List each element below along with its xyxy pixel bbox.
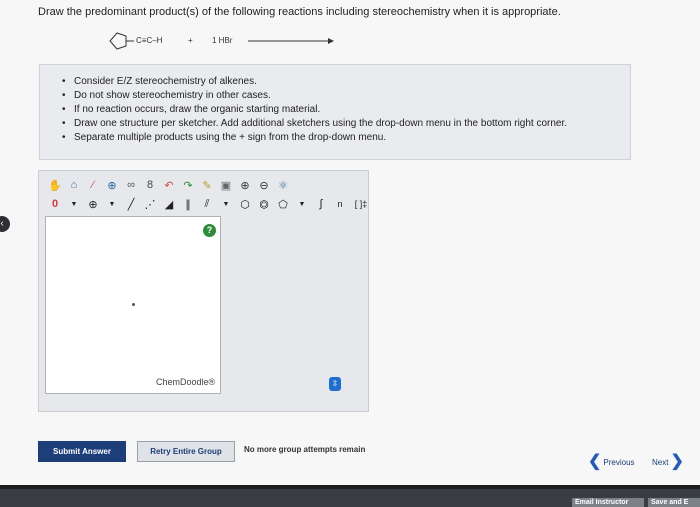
single-bond-icon[interactable]: ╱ <box>123 196 139 212</box>
eraser-icon[interactable]: ⁄ <box>85 177 101 193</box>
hand-icon[interactable]: ✋ <box>47 177 63 193</box>
clean-icon[interactable]: ✎ <box>199 177 215 193</box>
footer-bar: Email Instructor Save and E <box>0 485 700 507</box>
submit-answer-button[interactable]: Submit Answer <box>38 441 126 462</box>
back-arrow-icon[interactable]: ‹ <box>0 216 10 232</box>
chevron-right-icon: ❯ <box>670 453 684 470</box>
atom-icon[interactable]: ⚛ <box>275 177 291 193</box>
instruction-item: Draw one structure per sketcher. Add add… <box>62 117 630 131</box>
question-text: Draw the predominant product(s) of the f… <box>38 6 561 18</box>
undo-icon[interactable]: ↶ <box>161 177 177 193</box>
wedge-bond-icon[interactable]: ◢ <box>161 196 177 212</box>
instructions-box: Consider E/Z stereochemistry of alkenes.… <box>39 64 631 160</box>
instruction-item: Consider E/Z stereochemistry of alkenes. <box>62 75 630 89</box>
plus-sign: + <box>188 36 193 45</box>
double-bond-icon[interactable]: ∥ <box>180 196 196 212</box>
orbital-icon[interactable]: ∞ <box>123 177 139 193</box>
add-charge-icon[interactable]: ⊕ <box>85 196 101 212</box>
subscript-label[interactable]: n <box>332 196 348 212</box>
benzene-ring-icon[interactable]: ⏣ <box>256 196 272 212</box>
instruction-item: If no reaction occurs, draw the organic … <box>62 103 630 117</box>
previous-button[interactable]: ❮ Previous <box>588 453 635 470</box>
help-icon[interactable]: ? <box>203 224 216 237</box>
drawing-canvas[interactable]: ? ChemDoodle® <box>45 216 221 394</box>
retry-group-button[interactable]: Retry Entire Group <box>137 441 235 462</box>
instruction-item: Do not show stereochemistry in other cas… <box>62 89 630 103</box>
ring-template-icon[interactable]: ⊕ <box>104 177 120 193</box>
expand-sketcher-icon[interactable]: ⇳ <box>329 377 341 391</box>
save-and-exit-button[interactable]: Save and E <box>648 498 700 507</box>
triple-bond-icon[interactable]: ⫽ <box>199 196 215 212</box>
reactant-label: C≡C–H <box>136 36 163 45</box>
redo-icon[interactable]: ↷ <box>180 177 196 193</box>
email-instructor-button[interactable]: Email Instructor <box>572 498 644 507</box>
attempts-status: No more group attempts remain <box>244 445 366 454</box>
chemdoodle-logo: ChemDoodle® <box>156 377 216 387</box>
pentagon-ring-icon[interactable]: ⬠ <box>275 196 291 212</box>
previous-label: Previous <box>603 457 635 467</box>
page: ‹ Draw the predominant product(s) of the… <box>0 0 700 485</box>
chevron-down-icon[interactable]: ▼ <box>218 196 234 212</box>
footer-divider <box>0 485 700 489</box>
reagent-label: 1 HBr <box>212 36 233 45</box>
toolbar-row-1: ✋ ⌂ ⁄ ⊕ ∞ 8 ↶ ↷ ✎ ▣ ⊕ ⊖ ⚛ <box>47 176 291 194</box>
next-button[interactable]: Next ❯ <box>652 453 684 470</box>
hashed-bond-icon[interactable]: ⋰ <box>142 196 158 212</box>
clear-icon[interactable]: ▣ <box>218 177 234 193</box>
toolbar-row-2: 0 ▼ ⊕ ▼ ╱ ⋰ ◢ ∥ ⫽ ▼ ⬡ ⏣ ⬠ ▼ ∫ n [ ]‡ <box>47 195 371 213</box>
chevron-down-icon[interactable]: ▼ <box>104 196 120 212</box>
canvas-dot <box>132 303 135 306</box>
hexagon-ring-icon[interactable]: ⬡ <box>237 196 253 212</box>
next-label: Next <box>652 457 669 467</box>
charge-dropdown[interactable]: 0 <box>47 196 63 212</box>
reaction-arrow-icon <box>328 38 334 44</box>
chevron-down-icon[interactable]: ▼ <box>66 196 82 212</box>
instruction-item: Separate multiple products using the + s… <box>62 131 630 145</box>
chevron-down-icon[interactable]: ▼ <box>294 196 310 212</box>
chevron-left-icon: ❮ <box>588 453 602 470</box>
charge-icon[interactable]: 8 <box>142 177 158 193</box>
lasso-icon[interactable]: ⌂ <box>66 177 82 193</box>
reaction-scheme: C≡C–H + 1 HBr <box>108 30 348 52</box>
chemdoodle-sketcher: ✋ ⌂ ⁄ ⊕ ∞ 8 ↶ ↷ ✎ ▣ ⊕ ⊖ ⚛ 0 ▼ ⊕ ▼ ╱ ⋰ ◢ … <box>38 170 369 412</box>
bracket-label[interactable]: [ ]‡ <box>351 196 371 212</box>
zoom-out-icon[interactable]: ⊖ <box>256 177 272 193</box>
chain-icon[interactable]: ∫ <box>313 196 329 212</box>
zoom-in-icon[interactable]: ⊕ <box>237 177 253 193</box>
